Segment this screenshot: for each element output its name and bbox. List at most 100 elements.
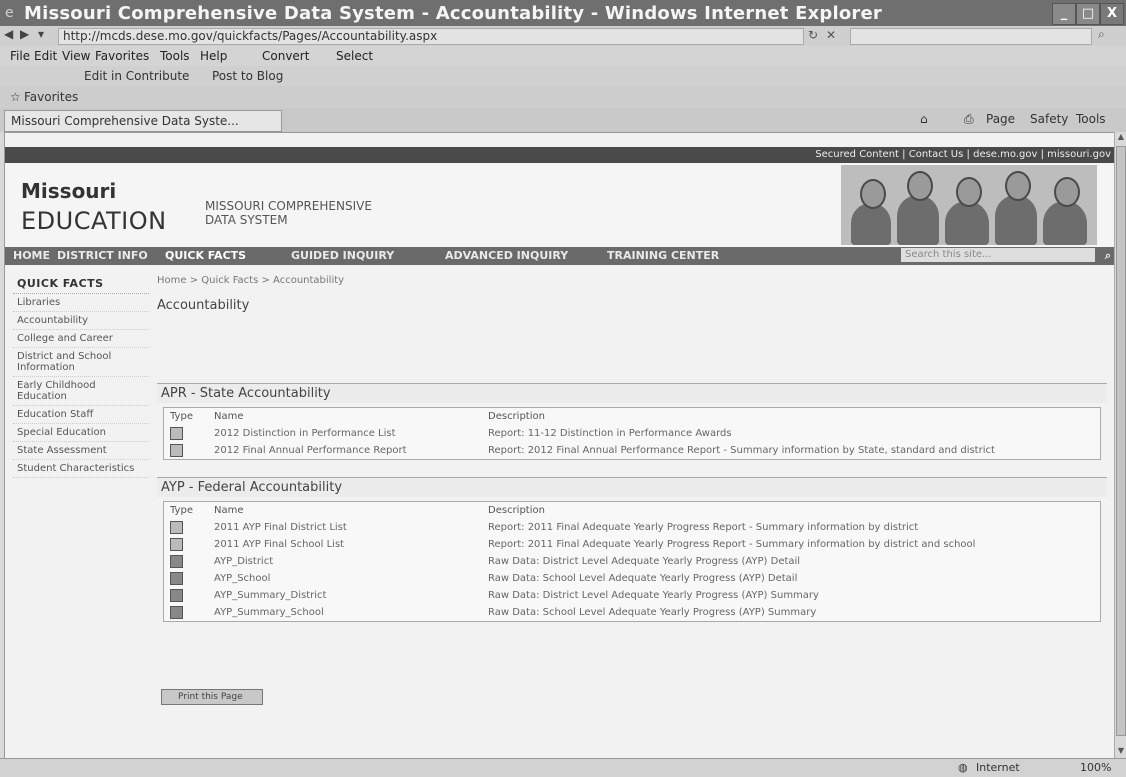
refresh-icon[interactable]: ↻: [808, 28, 818, 42]
ayp-section-title: AYP - Federal Accountability: [157, 477, 1107, 497]
sidebar-item-student-characteristics[interactable]: Student Characteristics: [13, 460, 149, 478]
table-row: AYP_District Raw Data: District Level Ad…: [164, 553, 1100, 570]
apr-section: APR - State Accountability Type Name Des…: [157, 383, 1107, 460]
maximize-button[interactable]: □: [1076, 3, 1100, 25]
col-type: Type: [170, 505, 193, 516]
table-header: Type Name Description: [164, 502, 1100, 519]
sidebar-item-college-career[interactable]: College and Career: [13, 330, 149, 348]
globe-icon: ◍: [958, 761, 968, 774]
tools-menu[interactable]: Tools: [1076, 112, 1106, 126]
menu-view[interactable]: View: [62, 46, 90, 66]
row-name-link[interactable]: 2012 Final Annual Performance Report: [214, 442, 484, 459]
page-viewport: Secured Content | Contact Us | dese.mo.g…: [4, 132, 1116, 760]
row-name-link[interactable]: 2012 Distinction in Performance List: [214, 425, 484, 442]
row-name-link[interactable]: AYP_District: [214, 553, 484, 570]
star-icon: ☆: [10, 90, 21, 104]
row-name-link[interactable]: AYP_Summary_School: [214, 604, 484, 621]
address-bar: ◀ ▶ ▾ http://mcds.dese.mo.gov/quickfacts…: [0, 26, 1126, 46]
main-content: Home > Quick Facts > Accountability Acco…: [157, 273, 1107, 753]
menu-edit[interactable]: Edit: [34, 46, 57, 66]
logo-education[interactable]: EDUCATION: [21, 207, 167, 235]
row-name-link[interactable]: 2011 AYP Final District List: [214, 519, 484, 536]
sidebar-item-state-assessment[interactable]: State Assessment: [13, 442, 149, 460]
menu-favorites[interactable]: Favorites: [95, 46, 149, 66]
nav-advanced-inquiry[interactable]: ADVANCED INQUIRY: [445, 247, 568, 265]
col-description: Description: [488, 411, 545, 422]
vertical-scrollbar[interactable]: ▲ ▼: [1114, 132, 1126, 758]
top-link-contact[interactable]: Contact Us: [909, 147, 964, 163]
logo-missouri[interactable]: Missouri: [21, 179, 116, 203]
nav-dropdown-icon[interactable]: ▾: [38, 27, 44, 41]
row-description: Report: 2011 Final Adequate Yearly Progr…: [488, 522, 919, 533]
nav-quick-facts[interactable]: QUICK FACTS: [165, 247, 246, 265]
breadcrumb[interactable]: Home > Quick Facts > Accountability: [157, 273, 1107, 286]
row-name-link[interactable]: AYP_Summary_District: [214, 587, 484, 604]
forward-icon[interactable]: ▶: [20, 27, 29, 41]
print-page-button[interactable]: Print this Page: [161, 689, 263, 705]
top-link-secured[interactable]: Secured Content: [815, 147, 899, 163]
scroll-thumb[interactable]: [1116, 146, 1126, 736]
menu-help[interactable]: Help: [200, 46, 227, 66]
person-figure: [995, 171, 1037, 245]
table-row: AYP_School Raw Data: School Level Adequa…: [164, 570, 1100, 587]
sidebar-item-education-staff[interactable]: Education Staff: [13, 406, 149, 424]
browser-search-input[interactable]: [850, 28, 1092, 45]
person-figure: [1043, 177, 1087, 245]
menu-file[interactable]: File: [10, 46, 30, 66]
sidebar-item-early-childhood[interactable]: Early Childhood Education: [13, 377, 149, 406]
sidebar-heading: QUICK FACTS: [13, 273, 149, 294]
tab-bar: Missouri Comprehensive Data Syste... ⌂ ⎙…: [0, 108, 1126, 132]
page-menu[interactable]: Page: [986, 112, 1015, 126]
sidebar-item-district-school[interactable]: District and School Information: [13, 348, 149, 377]
scroll-down-icon[interactable]: ▼: [1116, 746, 1126, 758]
contribute-toolbar: Edit in Contribute Post to Blog: [0, 66, 1126, 86]
url-input[interactable]: http://mcds.dese.mo.gov/quickfacts/Pages…: [58, 28, 804, 45]
status-bar: ◍ Internet 100%: [0, 758, 1126, 777]
window-title: Missouri Comprehensive Data System - Acc…: [24, 3, 882, 24]
back-icon[interactable]: ◀: [4, 27, 13, 41]
menu-tools[interactable]: Tools: [160, 46, 190, 66]
main-nav: HOME DISTRICT INFO QUICK FACTS GUIDED IN…: [5, 247, 1115, 265]
nav-guided-inquiry[interactable]: GUIDED INQUIRY: [291, 247, 394, 265]
title-bar: e Missouri Comprehensive Data System - A…: [0, 0, 1126, 26]
row-description: Raw Data: District Level Adequate Yearly…: [488, 556, 801, 567]
search-icon[interactable]: ⌕: [1098, 27, 1105, 42]
select-button[interactable]: Select: [336, 46, 373, 66]
nav-district-info[interactable]: DISTRICT INFO: [57, 247, 148, 265]
convert-button[interactable]: Convert: [262, 46, 309, 66]
sidebar-item-accountability[interactable]: Accountability: [13, 312, 149, 330]
home-icon[interactable]: ⌂: [920, 112, 928, 126]
safety-menu[interactable]: Safety: [1030, 112, 1068, 126]
site-search-input[interactable]: Search this site...: [901, 248, 1095, 262]
document-icon: [170, 588, 183, 602]
minimize-button[interactable]: _: [1052, 3, 1076, 25]
row-name-link[interactable]: AYP_School: [214, 570, 484, 587]
row-description: Raw Data: School Level Adequate Yearly P…: [488, 573, 798, 584]
report-icon: [170, 537, 183, 551]
stop-icon[interactable]: ✕: [826, 28, 836, 42]
sidebar-item-special-education[interactable]: Special Education: [13, 424, 149, 442]
table-row: AYP_Summary_School Raw Data: School Leve…: [164, 604, 1100, 621]
edit-in-contribute-button[interactable]: Edit in Contribute: [84, 66, 189, 86]
search-icon[interactable]: ⌕: [1105, 247, 1111, 265]
row-name-link[interactable]: 2011 AYP Final School List: [214, 536, 484, 553]
sidebar: QUICK FACTS Libraries Accountability Col…: [13, 273, 149, 478]
table-row: AYP_Summary_District Raw Data: District …: [164, 587, 1100, 604]
site-header: Missouri EDUCATION MISSOURI COMPREHENSIV…: [5, 163, 1115, 247]
zoom-level[interactable]: 100%: [1080, 759, 1111, 777]
row-description: Report: 2012 Final Annual Performance Re…: [488, 445, 995, 456]
nav-training-center[interactable]: TRAINING CENTER: [607, 247, 719, 265]
top-link-missouri[interactable]: missouri.gov: [1047, 147, 1111, 163]
document-icon: [170, 571, 183, 585]
close-button[interactable]: X: [1100, 3, 1124, 25]
sidebar-item-libraries[interactable]: Libraries: [13, 294, 149, 312]
report-icon: [170, 443, 183, 457]
top-link-dese[interactable]: dese.mo.gov: [973, 147, 1037, 163]
person-figure: [851, 179, 891, 245]
scroll-up-icon[interactable]: ▲: [1116, 132, 1126, 144]
tab-active[interactable]: Missouri Comprehensive Data Syste...: [4, 110, 282, 132]
nav-home[interactable]: HOME: [13, 247, 50, 265]
print-icon[interactable]: ⎙: [964, 112, 974, 127]
favorites-button[interactable]: Favorites: [24, 86, 78, 108]
post-to-blog-button[interactable]: Post to Blog: [212, 66, 283, 86]
